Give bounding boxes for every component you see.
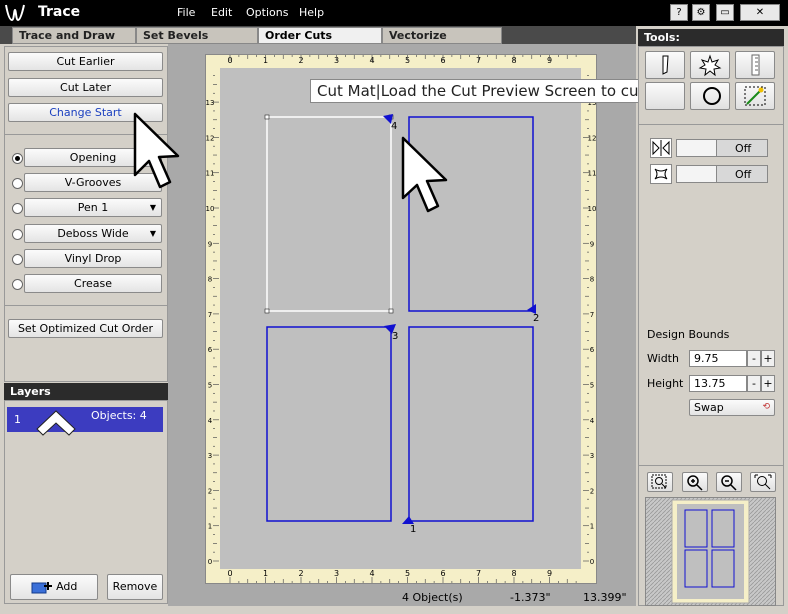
circle-tool-button[interactable] <box>690 82 730 110</box>
cursor-x-readout: -1.373" <box>510 591 551 604</box>
toggle-knob <box>677 140 717 156</box>
cut-earlier-button[interactable]: Cut Earlier <box>8 52 163 71</box>
menu-help[interactable]: Help <box>299 6 324 19</box>
help-button[interactable]: ? <box>670 4 688 21</box>
maximize-button[interactable]: ▭ <box>716 4 734 21</box>
height-input[interactable]: 13.75 <box>689 375 747 392</box>
width-increment-button[interactable]: + <box>761 350 775 367</box>
width-label: Width <box>647 352 679 365</box>
height-increment-button[interactable]: + <box>761 375 775 392</box>
cut-mat-button[interactable] <box>645 51 685 79</box>
tab-trace-and-draw[interactable]: Trace and Draw <box>12 27 136 44</box>
ruler-tool-button[interactable] <box>735 51 775 79</box>
height-decrement-button[interactable]: - <box>747 375 761 392</box>
deboss-wide-dropdown[interactable]: Deboss Wide ▼ <box>24 224 162 243</box>
menu-edit[interactable]: Edit <box>211 6 232 19</box>
divider <box>639 124 783 125</box>
zoom-fit-icon <box>651 474 667 489</box>
width-decrement-button[interactable]: - <box>747 350 761 367</box>
pen-1-label: Pen 1 <box>77 201 109 214</box>
add-label: Add <box>56 580 78 593</box>
radio-opening[interactable] <box>12 153 23 164</box>
set-optimized-cut-order-button[interactable]: Set Optimized Cut Order <box>8 319 163 338</box>
design-bounds-label: Design Bounds <box>647 328 730 341</box>
order-cuts-panel: Cut Earlier Cut Later Change Start Openi… <box>4 46 168 382</box>
chevron-down-icon: ▼ <box>149 203 156 212</box>
tab-vectorize[interactable]: Vectorize <box>382 27 502 44</box>
zoom-fit-button[interactable] <box>647 472 673 492</box>
deboss-wide-label: Deboss Wide <box>57 227 129 240</box>
height-label: Height <box>647 377 684 390</box>
layer-row[interactable]: 1 Objects: 4 <box>7 407 163 436</box>
v-grooves-button[interactable]: V-Grooves <box>24 173 162 192</box>
radio-crease[interactable] <box>12 279 23 290</box>
add-layer-button[interactable]: Add <box>10 574 98 600</box>
toggle-knob <box>677 166 717 182</box>
magic-wand-button[interactable] <box>735 82 775 110</box>
divider <box>639 465 783 466</box>
blade-icon <box>662 55 669 75</box>
mat-preview-thumbnail[interactable] <box>645 497 776 606</box>
mat-inner-area <box>220 68 581 569</box>
ruler-icon <box>751 54 760 76</box>
chevron-down-icon: ▼ <box>149 229 156 238</box>
app-logo-icon <box>5 4 25 22</box>
title-bar: Trace File Edit Options Help ? ⚙ ▭ ✕ <box>0 0 788 26</box>
radio-vinyl-drop[interactable] <box>12 254 23 265</box>
shape-toggle-state: Off <box>735 168 752 181</box>
radio-v-grooves[interactable] <box>12 178 23 189</box>
zoom-in-button[interactable] <box>682 472 708 492</box>
zoom-in-icon <box>687 475 703 491</box>
settings-icon[interactable]: ⚙ <box>692 4 710 21</box>
layers-header: Layers <box>4 383 168 400</box>
menu-file[interactable]: File <box>177 6 195 19</box>
layers-panel: 1 Objects: 4 Add Remove <box>4 400 168 604</box>
divider <box>5 305 167 306</box>
magic-wand-icon <box>744 86 766 106</box>
swap-label: Swap <box>694 401 724 414</box>
cut-later-button[interactable]: Cut Later <box>8 78 163 97</box>
tools-header: Tools: <box>638 29 784 46</box>
zoom-out-icon <box>721 475 737 491</box>
mirror-toggle-state: Off <box>735 142 752 155</box>
pen-1-dropdown[interactable]: Pen 1 ▼ <box>24 198 162 217</box>
crease-button[interactable]: Crease <box>24 274 162 293</box>
starburst-icon <box>698 54 722 77</box>
change-start-button[interactable]: Change Start <box>8 103 163 122</box>
burst-tool-button[interactable] <box>690 51 730 79</box>
width-input[interactable]: 9.75 <box>689 350 747 367</box>
cursor-y-readout: 13.399" <box>583 591 627 604</box>
tab-set-bevels[interactable]: Set Bevels <box>136 27 258 44</box>
mirror-toggle[interactable]: Off <box>676 139 768 157</box>
radio-deboss-wide[interactable] <box>12 229 23 240</box>
divider <box>5 134 167 135</box>
shape-toggle-icon <box>650 164 672 184</box>
zoom-out-button[interactable] <box>716 472 742 492</box>
vinyl-drop-button[interactable]: Vinyl Drop <box>24 249 162 268</box>
close-button[interactable]: ✕ <box>740 4 780 21</box>
zoom-selection-icon <box>754 474 772 490</box>
layer-object-count: Objects: 4 <box>91 409 147 422</box>
swap-button[interactable]: Swap ⟲ <box>689 399 775 416</box>
object-count-status: 4 Object(s) <box>402 591 463 604</box>
swap-icon: ⟲ <box>762 402 770 412</box>
opening-button[interactable]: Opening <box>24 148 162 167</box>
zoom-selection-button[interactable] <box>750 472 776 492</box>
tool-button-4[interactable] <box>645 82 685 110</box>
preview-drawing <box>646 498 775 605</box>
app-title: Trace <box>38 4 81 20</box>
shape-toggle[interactable]: Off <box>676 165 768 183</box>
add-layer-icon <box>31 582 52 594</box>
layer-expand-icon[interactable] <box>33 407 79 437</box>
layer-id: 1 <box>14 413 21 426</box>
menu-options[interactable]: Options <box>246 6 288 19</box>
mirror-icon <box>650 138 672 158</box>
remove-layer-button[interactable]: Remove <box>107 574 163 600</box>
radio-pen-1[interactable] <box>12 203 23 214</box>
circle-icon <box>703 87 721 105</box>
tab-order-cuts[interactable]: Order Cuts <box>258 27 382 44</box>
